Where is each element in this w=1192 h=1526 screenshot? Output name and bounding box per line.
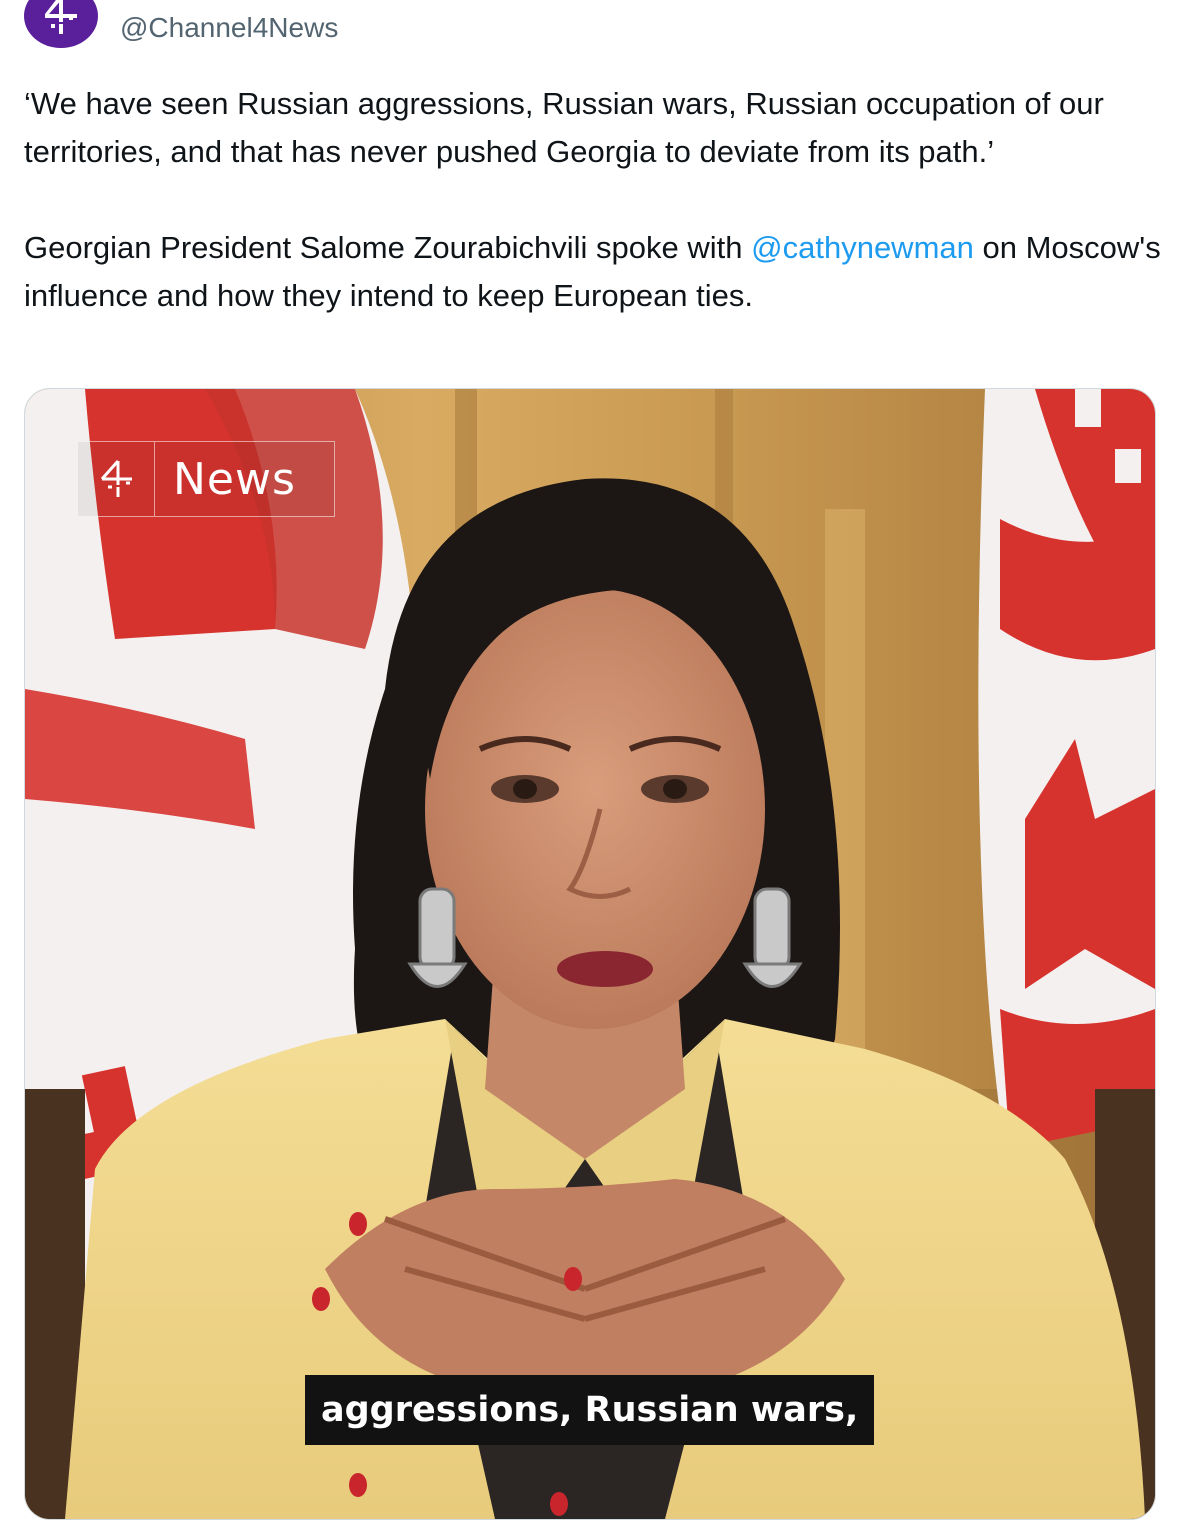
channel4-logo-icon xyxy=(78,442,155,516)
tweet-quote: ‘We have seen Russian aggressions, Russi… xyxy=(24,86,1104,169)
avatar[interactable] xyxy=(24,0,98,48)
channel4-logo-icon xyxy=(45,0,77,34)
account-handle[interactable]: @Channel4News xyxy=(120,10,338,46)
video-media[interactable]: News aggressions, Russian wars, xyxy=(24,388,1156,1520)
news-logo-text: News xyxy=(173,453,296,505)
verified-badge-icon xyxy=(360,0,376,4)
video-frame xyxy=(25,389,1155,1519)
tweet-body: Georgian President Salome Zourabichvili … xyxy=(24,224,1164,320)
right-flag xyxy=(978,389,1155,1149)
tweet-body-start: Georgian President Salome Zourabichvili … xyxy=(24,230,752,265)
tweet: @Channel4News ‘We have seen Russian aggr… xyxy=(0,0,1192,1526)
video-subtitle: aggressions, Russian wars, xyxy=(305,1375,875,1445)
mention-link[interactable]: @cathynewman xyxy=(751,230,974,265)
news-logo: News xyxy=(77,441,335,517)
tweet-text: ‘We have seen Russian aggressions, Russi… xyxy=(24,80,1164,320)
